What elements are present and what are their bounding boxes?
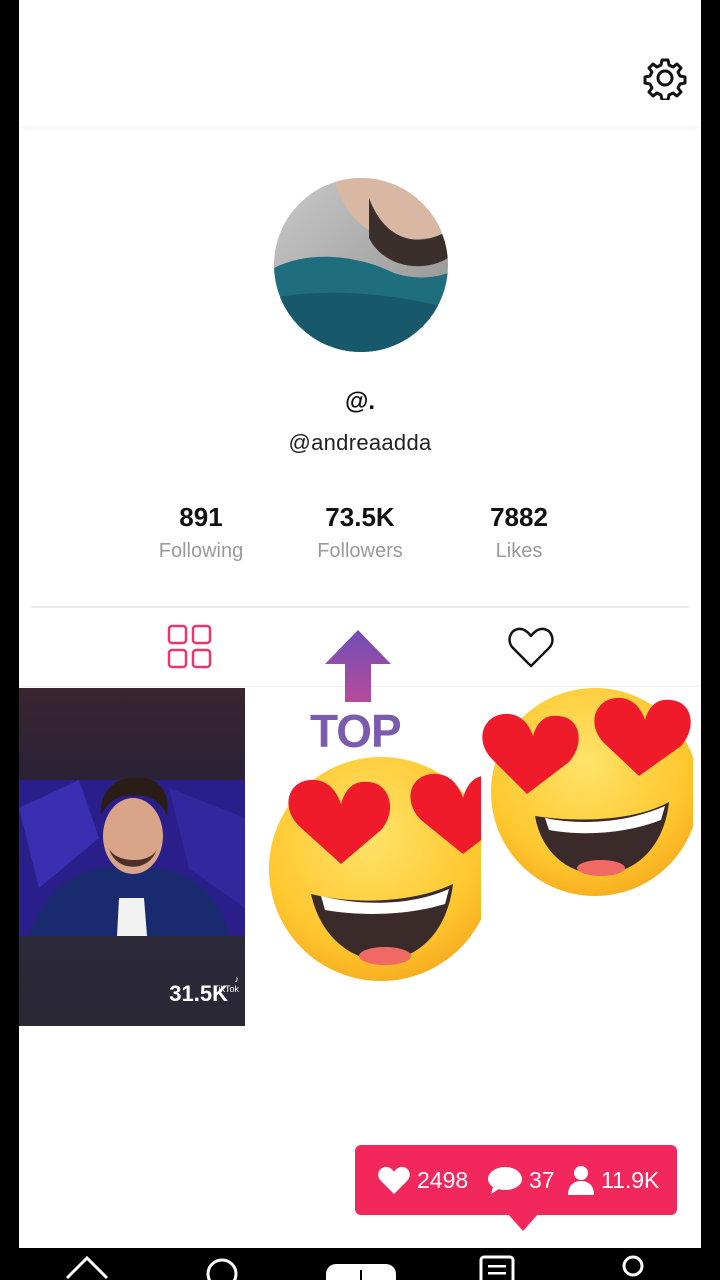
profile-icon[interactable] bbox=[618, 1254, 648, 1280]
likes-count: 7882 bbox=[490, 502, 548, 532]
video-thumbnail[interactable]: ♪ TikTok 31.5K bbox=[19, 688, 245, 1026]
discover-icon[interactable] bbox=[204, 1254, 240, 1280]
bubble-likes-count: 2498 bbox=[417, 1166, 469, 1193]
following-count: 891 bbox=[179, 502, 223, 532]
live-stats-bubble: 2498 37 11.9K bbox=[355, 1145, 677, 1215]
top-bar bbox=[19, 0, 701, 126]
bubble-comments: 37 bbox=[487, 1145, 555, 1215]
likes-stat[interactable]: 7882 Likes bbox=[449, 500, 589, 563]
bubble-followers: 11.9K bbox=[567, 1145, 659, 1215]
followers-stat[interactable]: 73.5K Followers bbox=[290, 500, 430, 563]
followers-label: Followers bbox=[317, 540, 403, 562]
up-arrow-icon bbox=[325, 630, 391, 702]
followers-count: 73.5K bbox=[325, 502, 395, 532]
create-icon[interactable] bbox=[326, 1254, 396, 1280]
heart-eyes-emoji-icon bbox=[269, 757, 481, 981]
tab-liked-heart-icon[interactable] bbox=[506, 622, 556, 672]
divider bbox=[31, 606, 689, 608]
inbox-icon[interactable] bbox=[478, 1254, 516, 1280]
bubble-likes: 2498 bbox=[377, 1145, 468, 1215]
following-stat[interactable]: 891 Following bbox=[131, 500, 271, 563]
bubble-followers-count: 11.9K bbox=[601, 1166, 660, 1193]
tab-videos-grid-icon[interactable] bbox=[165, 622, 215, 672]
heart-eyes-emoji-icon bbox=[482, 688, 693, 896]
gear-icon[interactable] bbox=[643, 56, 687, 100]
comment-icon bbox=[488, 1167, 522, 1194]
video-view-count: 31.5K bbox=[169, 981, 228, 1006]
avatar[interactable] bbox=[274, 178, 448, 352]
profile-screen: @. @andreaadda 891 Following 73.5K Follo… bbox=[19, 0, 701, 1248]
bubble-comments-count: 37 bbox=[529, 1166, 555, 1193]
following-label: Following bbox=[158, 540, 244, 562]
heart-icon bbox=[378, 1166, 410, 1194]
username-handle: @andreaadda bbox=[288, 430, 432, 455]
bubble-tail bbox=[507, 1213, 539, 1231]
person-icon bbox=[568, 1166, 594, 1195]
home-icon[interactable] bbox=[64, 1254, 110, 1280]
display-name: @. bbox=[344, 388, 376, 415]
likes-label: Likes bbox=[495, 540, 543, 562]
